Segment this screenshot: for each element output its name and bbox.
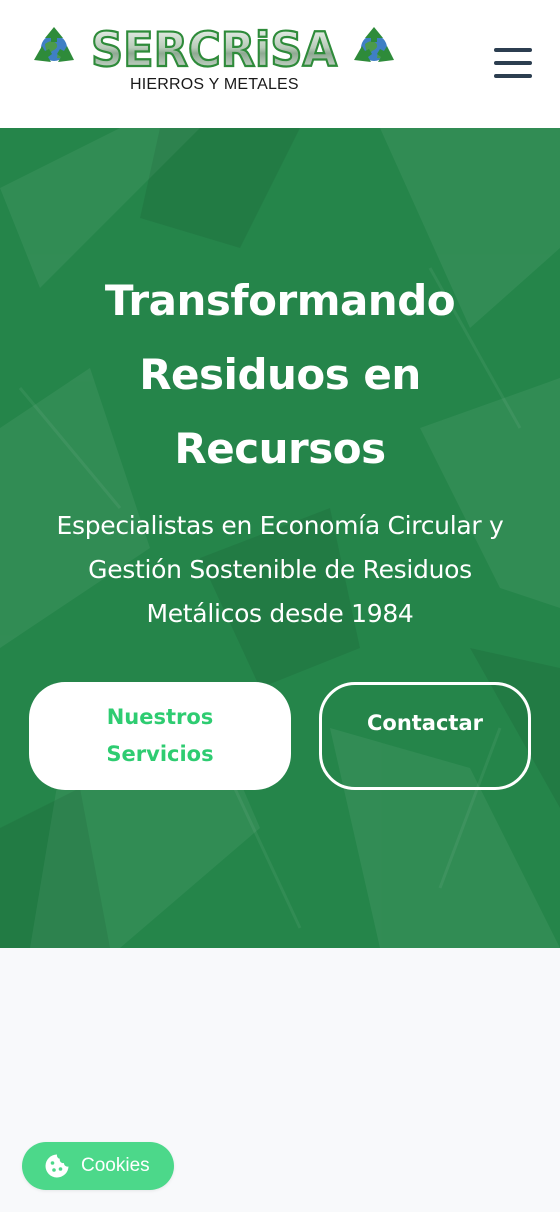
cookies-label: Cookies bbox=[81, 1155, 150, 1176]
menu-bar bbox=[494, 74, 532, 78]
logo-wordmark: SERCRiSA bbox=[90, 24, 339, 72]
hero-section: Transformando Residuos en Recursos Espec… bbox=[0, 128, 560, 948]
logo-tagline: HIERROS Y METALES bbox=[130, 76, 299, 93]
cookies-button[interactable]: Cookies bbox=[22, 1142, 174, 1190]
contact-button[interactable]: Contactar bbox=[319, 682, 531, 790]
menu-bar bbox=[494, 48, 532, 52]
svg-text:SERCRiSA: SERCRiSA bbox=[91, 24, 338, 72]
services-button[interactable]: Nuestros Servicios bbox=[29, 682, 291, 790]
cookie-icon bbox=[45, 1154, 69, 1178]
recycling-globe-icon bbox=[34, 27, 74, 62]
hero-title: Transformando Residuos en Recursos bbox=[104, 276, 456, 473]
site-header: SERCRiSA HIERROS Y METALES bbox=[0, 0, 560, 128]
hamburger-menu-icon[interactable] bbox=[494, 46, 532, 80]
hero-subtitle: Especialistas en Economía Circular y Ges… bbox=[56, 511, 504, 628]
site-logo[interactable]: SERCRiSA HIERROS Y METALES bbox=[30, 22, 400, 98]
menu-bar bbox=[494, 61, 532, 65]
recycling-globe-icon bbox=[354, 27, 394, 62]
